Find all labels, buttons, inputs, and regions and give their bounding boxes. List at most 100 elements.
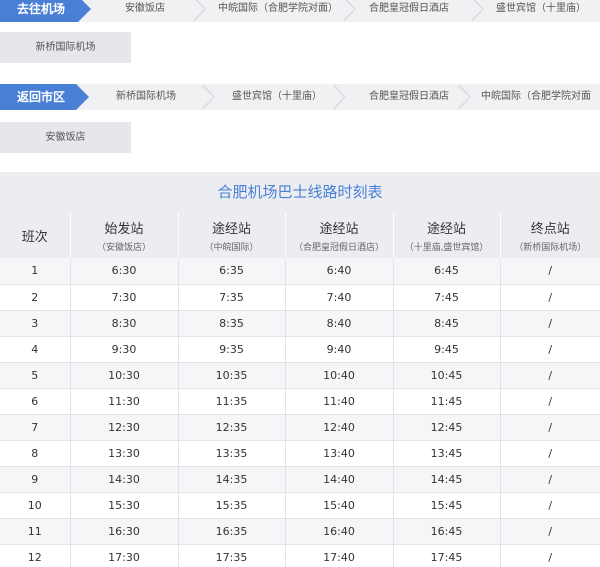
departure-time-cell: / <box>499 466 600 493</box>
trip-number-cell: 6 <box>0 388 70 415</box>
departure-time-cell: 14:35 <box>177 466 285 493</box>
trip-number-cell: 9 <box>0 466 70 493</box>
departure-time-cell: 9:35 <box>177 336 285 363</box>
bus-timetable: 合肥机场巴士线路时刻表 班次 始发站 （安徽饭店） 途经站 （中皖国际） 途经站 （合… <box>0 172 600 567</box>
trip-number-cell: 3 <box>0 310 70 337</box>
departure-time-cell: / <box>499 310 600 337</box>
column-header-sublabel: （合肥皇冠假日酒店） <box>293 243 384 253</box>
column-header-sublabel: （安徽饭店） <box>96 243 151 253</box>
column-header-label: 始发站 <box>104 222 144 237</box>
departure-time-cell: 7:35 <box>177 284 285 311</box>
departure-time-cell: 15:40 <box>284 492 393 519</box>
departure-time-cell: 14:30 <box>69 466 178 493</box>
departure-time-cell: / <box>499 544 600 567</box>
departure-time-cell: 6:30 <box>69 258 178 285</box>
column-header-sublabel: （中皖国际） <box>204 243 259 253</box>
table-row: 9 14:30 14:35 14:40 14:45/ <box>0 466 600 493</box>
column-header-label: 途经站 <box>426 222 466 237</box>
departure-time-cell: 7:40 <box>284 284 393 311</box>
chevron-right-icon <box>458 84 471 110</box>
departure-time-cell: 16:35 <box>177 518 285 545</box>
departure-time-cell: / <box>499 440 600 467</box>
final-stop-button[interactable]: 安徽饭店 <box>0 122 131 153</box>
departure-time-cell: / <box>499 518 600 545</box>
departure-time-cell: 16:45 <box>392 518 500 545</box>
table-row: 12 17:30 17:35 17:40 17:45/ <box>0 544 600 567</box>
departure-time-cell: 6:45 <box>392 258 500 285</box>
route-stop[interactable]: 中皖国际（合肥学院对面 <box>481 84 591 110</box>
departure-time-cell: 13:35 <box>177 440 285 467</box>
column-header-label: 班次 <box>21 230 48 245</box>
trip-number-cell: 11 <box>0 518 70 545</box>
trip-number-cell: 8 <box>0 440 70 467</box>
route-bar-to-city: 返回市区 新桥国际机场 盛世宾馆（十里庙） 合肥皇冠假日酒店 中皖国际（合肥学院… <box>0 84 600 110</box>
departure-time-cell: 8:35 <box>177 310 285 337</box>
route-stop[interactable]: 合肥皇冠假日酒店 <box>369 0 449 22</box>
column-header-label: 终点站 <box>530 222 570 237</box>
route-bar-to-airport: 去往机场 安徽饭店 中皖国际（合肥学院对面） 合肥皇冠假日酒店 盛世宾馆（十里庙… <box>0 0 600 22</box>
departure-time-cell: 6:40 <box>284 258 393 285</box>
timetable-table: 班次 始发站 （安徽饭店） 途经站 （中皖国际） 途经站 （合肥皇冠假日酒店） 途经站… <box>0 213 600 567</box>
column-header-sublabel: （十里庙,盛世宾馆） <box>404 243 489 253</box>
tab-to-airport[interactable]: 去往机场 <box>0 0 91 22</box>
route-stop[interactable]: 安徽饭店 <box>125 0 165 22</box>
departure-time-cell: 8:45 <box>392 310 500 337</box>
final-stop-button[interactable]: 新桥国际机场 <box>0 32 131 63</box>
column-header-sublabel: （新桥国际机场） <box>514 243 587 253</box>
departure-time-cell: 6:35 <box>177 258 285 285</box>
column-header: 途经站 （中皖国际） <box>177 213 285 258</box>
departure-time-cell: 14:45 <box>392 466 500 493</box>
departure-time-cell: 13:30 <box>69 440 178 467</box>
column-header: 始发站 （安徽饭店） <box>69 213 178 258</box>
timetable-title: 合肥机场巴士线路时刻表 <box>0 172 600 213</box>
column-header: 班次 <box>0 213 70 258</box>
departure-time-cell: 12:45 <box>392 414 500 441</box>
departure-time-cell: / <box>499 362 600 389</box>
trip-number-cell: 1 <box>0 258 70 285</box>
column-header: 途经站 （十里庙,盛世宾馆） <box>392 213 500 258</box>
table-row: 11 16:30 16:35 16:40 16:45/ <box>0 518 600 545</box>
table-row: 10 15:30 15:35 15:40 15:45/ <box>0 492 600 519</box>
table-row: 2 7:30 7:35 7:40 7:45/ <box>0 284 600 311</box>
tab-to-city[interactable]: 返回市区 <box>0 84 89 110</box>
table-row: 3 8:30 8:35 8:40 8:45/ <box>0 310 600 337</box>
departure-time-cell: 15:30 <box>69 492 178 519</box>
departure-time-cell: 16:40 <box>284 518 393 545</box>
departure-time-cell: 13:45 <box>392 440 500 467</box>
table-row: 4 9:30 9:35 9:40 9:45/ <box>0 336 600 363</box>
departure-time-cell: 11:45 <box>392 388 500 415</box>
table-row: 5 10:30 10:35 10:40 10:45/ <box>0 362 600 389</box>
route-stop[interactable]: 新桥国际机场 <box>116 84 176 110</box>
chevron-right-icon <box>343 0 356 22</box>
departure-time-cell: 11:35 <box>177 388 285 415</box>
departure-time-cell: / <box>499 414 600 441</box>
departure-time-cell: 17:40 <box>284 544 393 567</box>
departure-time-cell: / <box>499 492 600 519</box>
departure-time-cell: / <box>499 336 600 363</box>
trip-number-cell: 2 <box>0 284 70 311</box>
departure-time-cell: 15:45 <box>392 492 500 519</box>
chevron-right-icon <box>333 84 346 110</box>
chevron-right-icon <box>202 84 215 110</box>
column-header-label: 途经站 <box>211 222 251 237</box>
route-stop[interactable]: 合肥皇冠假日酒店 <box>369 84 449 110</box>
column-header-label: 途经站 <box>319 222 359 237</box>
departure-time-cell: 7:45 <box>392 284 500 311</box>
departure-time-cell: 10:30 <box>69 362 178 389</box>
departure-time-cell: / <box>499 388 600 415</box>
departure-time-cell: 11:30 <box>69 388 178 415</box>
departure-time-cell: 12:30 <box>69 414 178 441</box>
route-stop[interactable]: 盛世宾馆（十里庙） <box>232 84 322 110</box>
departure-time-cell: 15:35 <box>177 492 285 519</box>
departure-time-cell: 9:40 <box>284 336 393 363</box>
route-stop[interactable]: 盛世宾馆（十里庙） <box>496 0 586 22</box>
departure-time-cell: / <box>499 284 600 311</box>
route-stop[interactable]: 中皖国际（合肥学院对面） <box>218 0 338 22</box>
departure-time-cell: 8:30 <box>69 310 178 337</box>
table-row: 1 6:30 6:35 6:40 6:45/ <box>0 258 600 285</box>
departure-time-cell: 12:40 <box>284 414 393 441</box>
departure-time-cell: 12:35 <box>177 414 285 441</box>
trip-number-cell: 5 <box>0 362 70 389</box>
departure-time-cell: / <box>499 258 600 285</box>
table-row: 7 12:30 12:35 12:40 12:45/ <box>0 414 600 441</box>
